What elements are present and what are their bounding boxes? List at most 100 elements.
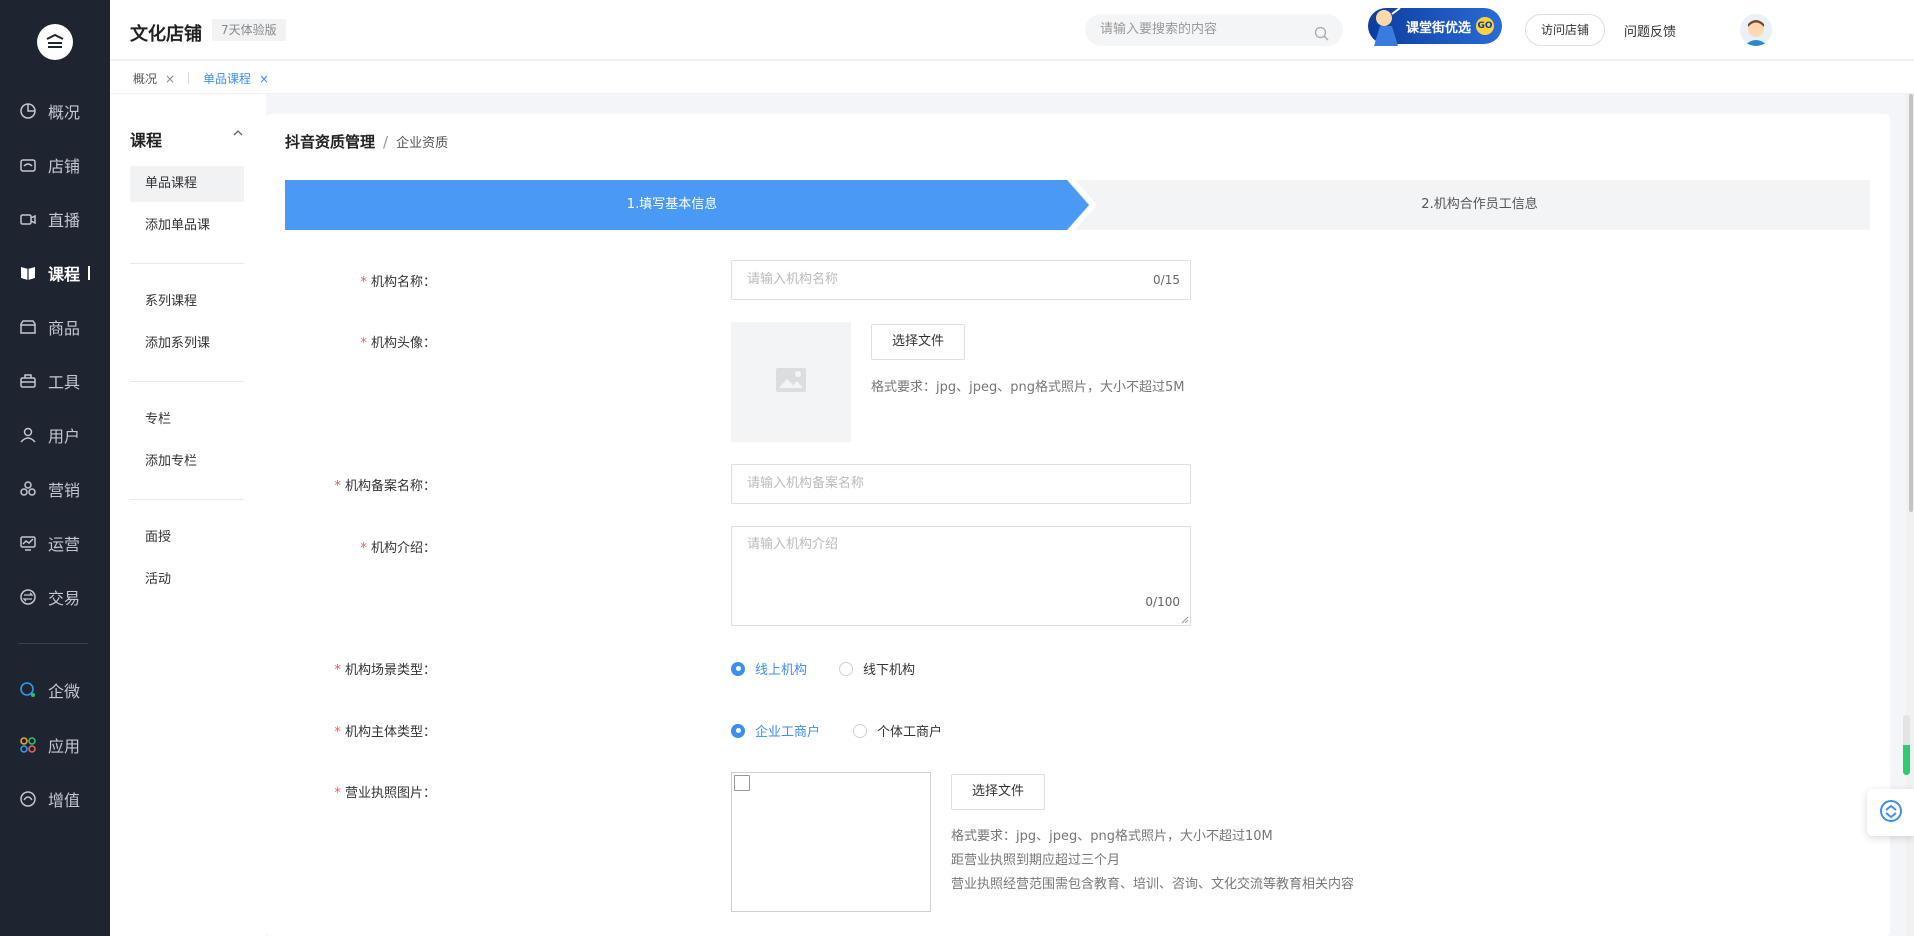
subnav-item-add-column[interactable]: 添加专栏 bbox=[130, 444, 244, 480]
org-record-name-input[interactable]: 请输入机构备案名称 bbox=[731, 464, 1191, 504]
nav-item-value-added[interactable]: 增值 bbox=[0, 779, 110, 819]
choose-license-file-button[interactable]: 选择文件 bbox=[951, 774, 1046, 810]
tab-single-course[interactable]: 单品课程 × bbox=[203, 70, 269, 87]
radio-dot bbox=[853, 723, 867, 738]
char-counter: 0/100 bbox=[1145, 595, 1180, 609]
license-image-preview[interactable] bbox=[731, 772, 931, 912]
page-tabs: 概况 × 单品课程 × bbox=[110, 61, 1914, 94]
nav-item-goods[interactable]: 商品 bbox=[0, 307, 110, 347]
search-icon[interactable] bbox=[1314, 22, 1329, 54]
subnav-item-offline-class[interactable]: 面授 bbox=[130, 520, 244, 556]
step-2: 2.机构合作员工信息 bbox=[1421, 197, 1538, 212]
subnav-item-activity[interactable]: 活动 bbox=[130, 562, 244, 598]
chevron-up-icon[interactable] bbox=[232, 127, 244, 143]
goods-icon bbox=[18, 317, 38, 337]
nav-item-operation[interactable]: 运营 bbox=[0, 523, 110, 563]
radio-label: 个体工商户 bbox=[877, 725, 943, 740]
label-text: 机构备案名称： bbox=[344, 479, 436, 494]
label-text: 营业执照图片： bbox=[344, 786, 436, 801]
radio-individual[interactable]: 个体工商户 bbox=[853, 721, 942, 740]
required-mark: * bbox=[334, 479, 341, 494]
subnav-divider bbox=[130, 263, 244, 264]
customer-service-float-button[interactable] bbox=[1867, 789, 1914, 836]
nav-item-wecom[interactable]: 企微 bbox=[0, 670, 110, 710]
entity-type-label: * 机构主体类型： bbox=[266, 721, 436, 740]
breadcrumb: 抖音资质管理 / 企业资质 bbox=[285, 131, 448, 152]
nav-item-marketing[interactable]: 营销 bbox=[0, 469, 110, 509]
nav-label: 概况 bbox=[48, 103, 81, 122]
breadcrumb-primary[interactable]: 抖音资质管理 bbox=[285, 133, 375, 151]
nav-item-overview[interactable]: 概况 bbox=[0, 91, 110, 131]
avatar[interactable] bbox=[1740, 14, 1772, 46]
search-input[interactable]: 请输入要搜索的内容 bbox=[1085, 14, 1343, 46]
nav-item-store[interactable]: 店铺 bbox=[0, 145, 110, 185]
wecom-icon bbox=[18, 680, 38, 700]
nav-item-users[interactable]: 用户 bbox=[0, 415, 110, 455]
mascot-icon bbox=[1374, 7, 1401, 46]
choose-avatar-file-button[interactable]: 选择文件 bbox=[871, 324, 966, 360]
org-name-input[interactable]: 请输入机构名称 0/15 bbox=[731, 260, 1191, 300]
nav-label: 增值 bbox=[48, 791, 81, 810]
subnav-item-series-course[interactable]: 系列课程 bbox=[130, 284, 244, 320]
app-logo[interactable] bbox=[37, 24, 73, 60]
nav-label: 店铺 bbox=[48, 157, 81, 176]
license-expiry-hint: 距营业执照到期应超过三个月 bbox=[951, 853, 1121, 868]
nav-label: 运营 bbox=[48, 535, 81, 554]
active-indicator bbox=[88, 266, 90, 280]
nav-label: 交易 bbox=[48, 589, 81, 608]
close-icon[interactable]: × bbox=[165, 72, 175, 86]
subnav-item-add-single-course[interactable]: 添加单品课 bbox=[130, 208, 244, 244]
breadcrumb-separator: / bbox=[383, 133, 389, 151]
promo-go-badge: GO bbox=[1476, 17, 1495, 35]
input-placeholder: 请输入机构备案名称 bbox=[747, 476, 865, 491]
avatar-preview[interactable] bbox=[731, 322, 851, 442]
course-subnav: 课程 单品课程 添加单品课 系列课程 添加系列课 专栏 添加专栏 面授 活动 bbox=[110, 94, 266, 936]
visit-store-button[interactable]: 访问店铺 bbox=[1525, 14, 1605, 46]
subnav-item-single-course[interactable]: 单品课程 bbox=[130, 166, 244, 202]
required-mark: * bbox=[334, 663, 341, 678]
scrollbar-thumb[interactable] bbox=[1909, 94, 1913, 512]
trade-icon bbox=[18, 587, 38, 607]
tab-label: 单品课程 bbox=[203, 72, 252, 86]
org-avatar-label: * 机构头像： bbox=[266, 332, 436, 351]
search-placeholder: 请输入要搜索的内容 bbox=[1100, 22, 1218, 37]
radio-dot bbox=[839, 661, 853, 676]
nav-item-course[interactable]: 课程 bbox=[0, 253, 110, 293]
required-mark: * bbox=[360, 541, 367, 556]
input-placeholder: 请输入机构名称 bbox=[747, 272, 839, 287]
radio-offline-org[interactable]: 线下机构 bbox=[839, 659, 915, 678]
promo-banner[interactable]: 课堂街优选 GO bbox=[1368, 7, 1502, 46]
subnav-item-column[interactable]: 专栏 bbox=[130, 402, 244, 438]
resize-grip-icon[interactable] bbox=[1181, 616, 1189, 624]
scene-type-label: * 机构场景类型： bbox=[266, 659, 436, 678]
value-added-icon bbox=[18, 789, 38, 809]
nav-item-apps[interactable]: 应用 bbox=[0, 725, 110, 765]
nav-divider bbox=[18, 643, 88, 644]
step-indicator: 1.填写基本信息 2.机构合作员工信息 bbox=[285, 180, 1870, 230]
gauge-fill bbox=[1903, 745, 1910, 775]
live-icon bbox=[18, 209, 38, 229]
nav-item-live[interactable]: 直播 bbox=[0, 199, 110, 239]
nav-item-trade[interactable]: 交易 bbox=[0, 577, 110, 617]
org-name-label: * 机构名称： bbox=[266, 271, 436, 290]
radio-online-org[interactable]: 线上机构 bbox=[731, 659, 807, 678]
feedback-link[interactable]: 问题反馈 bbox=[1624, 21, 1676, 40]
tab-label: 概况 bbox=[133, 72, 158, 86]
nav-label: 营销 bbox=[48, 481, 81, 500]
nav-item-tools[interactable]: 工具 bbox=[0, 361, 110, 401]
label-text: 机构介绍： bbox=[370, 541, 436, 556]
required-mark: * bbox=[360, 336, 367, 351]
course-book-icon bbox=[18, 263, 38, 283]
nav-label: 工具 bbox=[48, 373, 81, 392]
tab-overview[interactable]: 概况 × bbox=[133, 70, 175, 87]
toolbox-icon bbox=[18, 371, 38, 391]
main-sidebar: 概况 店铺 直播 课程 商品 工具 用户 营销 运营 交易 企微 应用 增值 bbox=[0, 0, 110, 936]
top-header: 文化店铺 7天体验版 请输入要搜索的内容 课堂街优选 GO 访问店铺 问题反馈 bbox=[110, 0, 1914, 60]
marketing-icon bbox=[18, 479, 38, 499]
promo-text: 课堂街优选 bbox=[1406, 20, 1472, 36]
radio-enterprise[interactable]: 企业工商户 bbox=[731, 721, 820, 740]
org-intro-textarea[interactable]: 请输入机构介绍 0/100 bbox=[731, 526, 1191, 626]
close-icon[interactable]: × bbox=[259, 72, 269, 86]
subnav-item-add-series-course[interactable]: 添加系列课 bbox=[130, 326, 244, 362]
trial-badge: 7天体验版 bbox=[212, 19, 286, 41]
